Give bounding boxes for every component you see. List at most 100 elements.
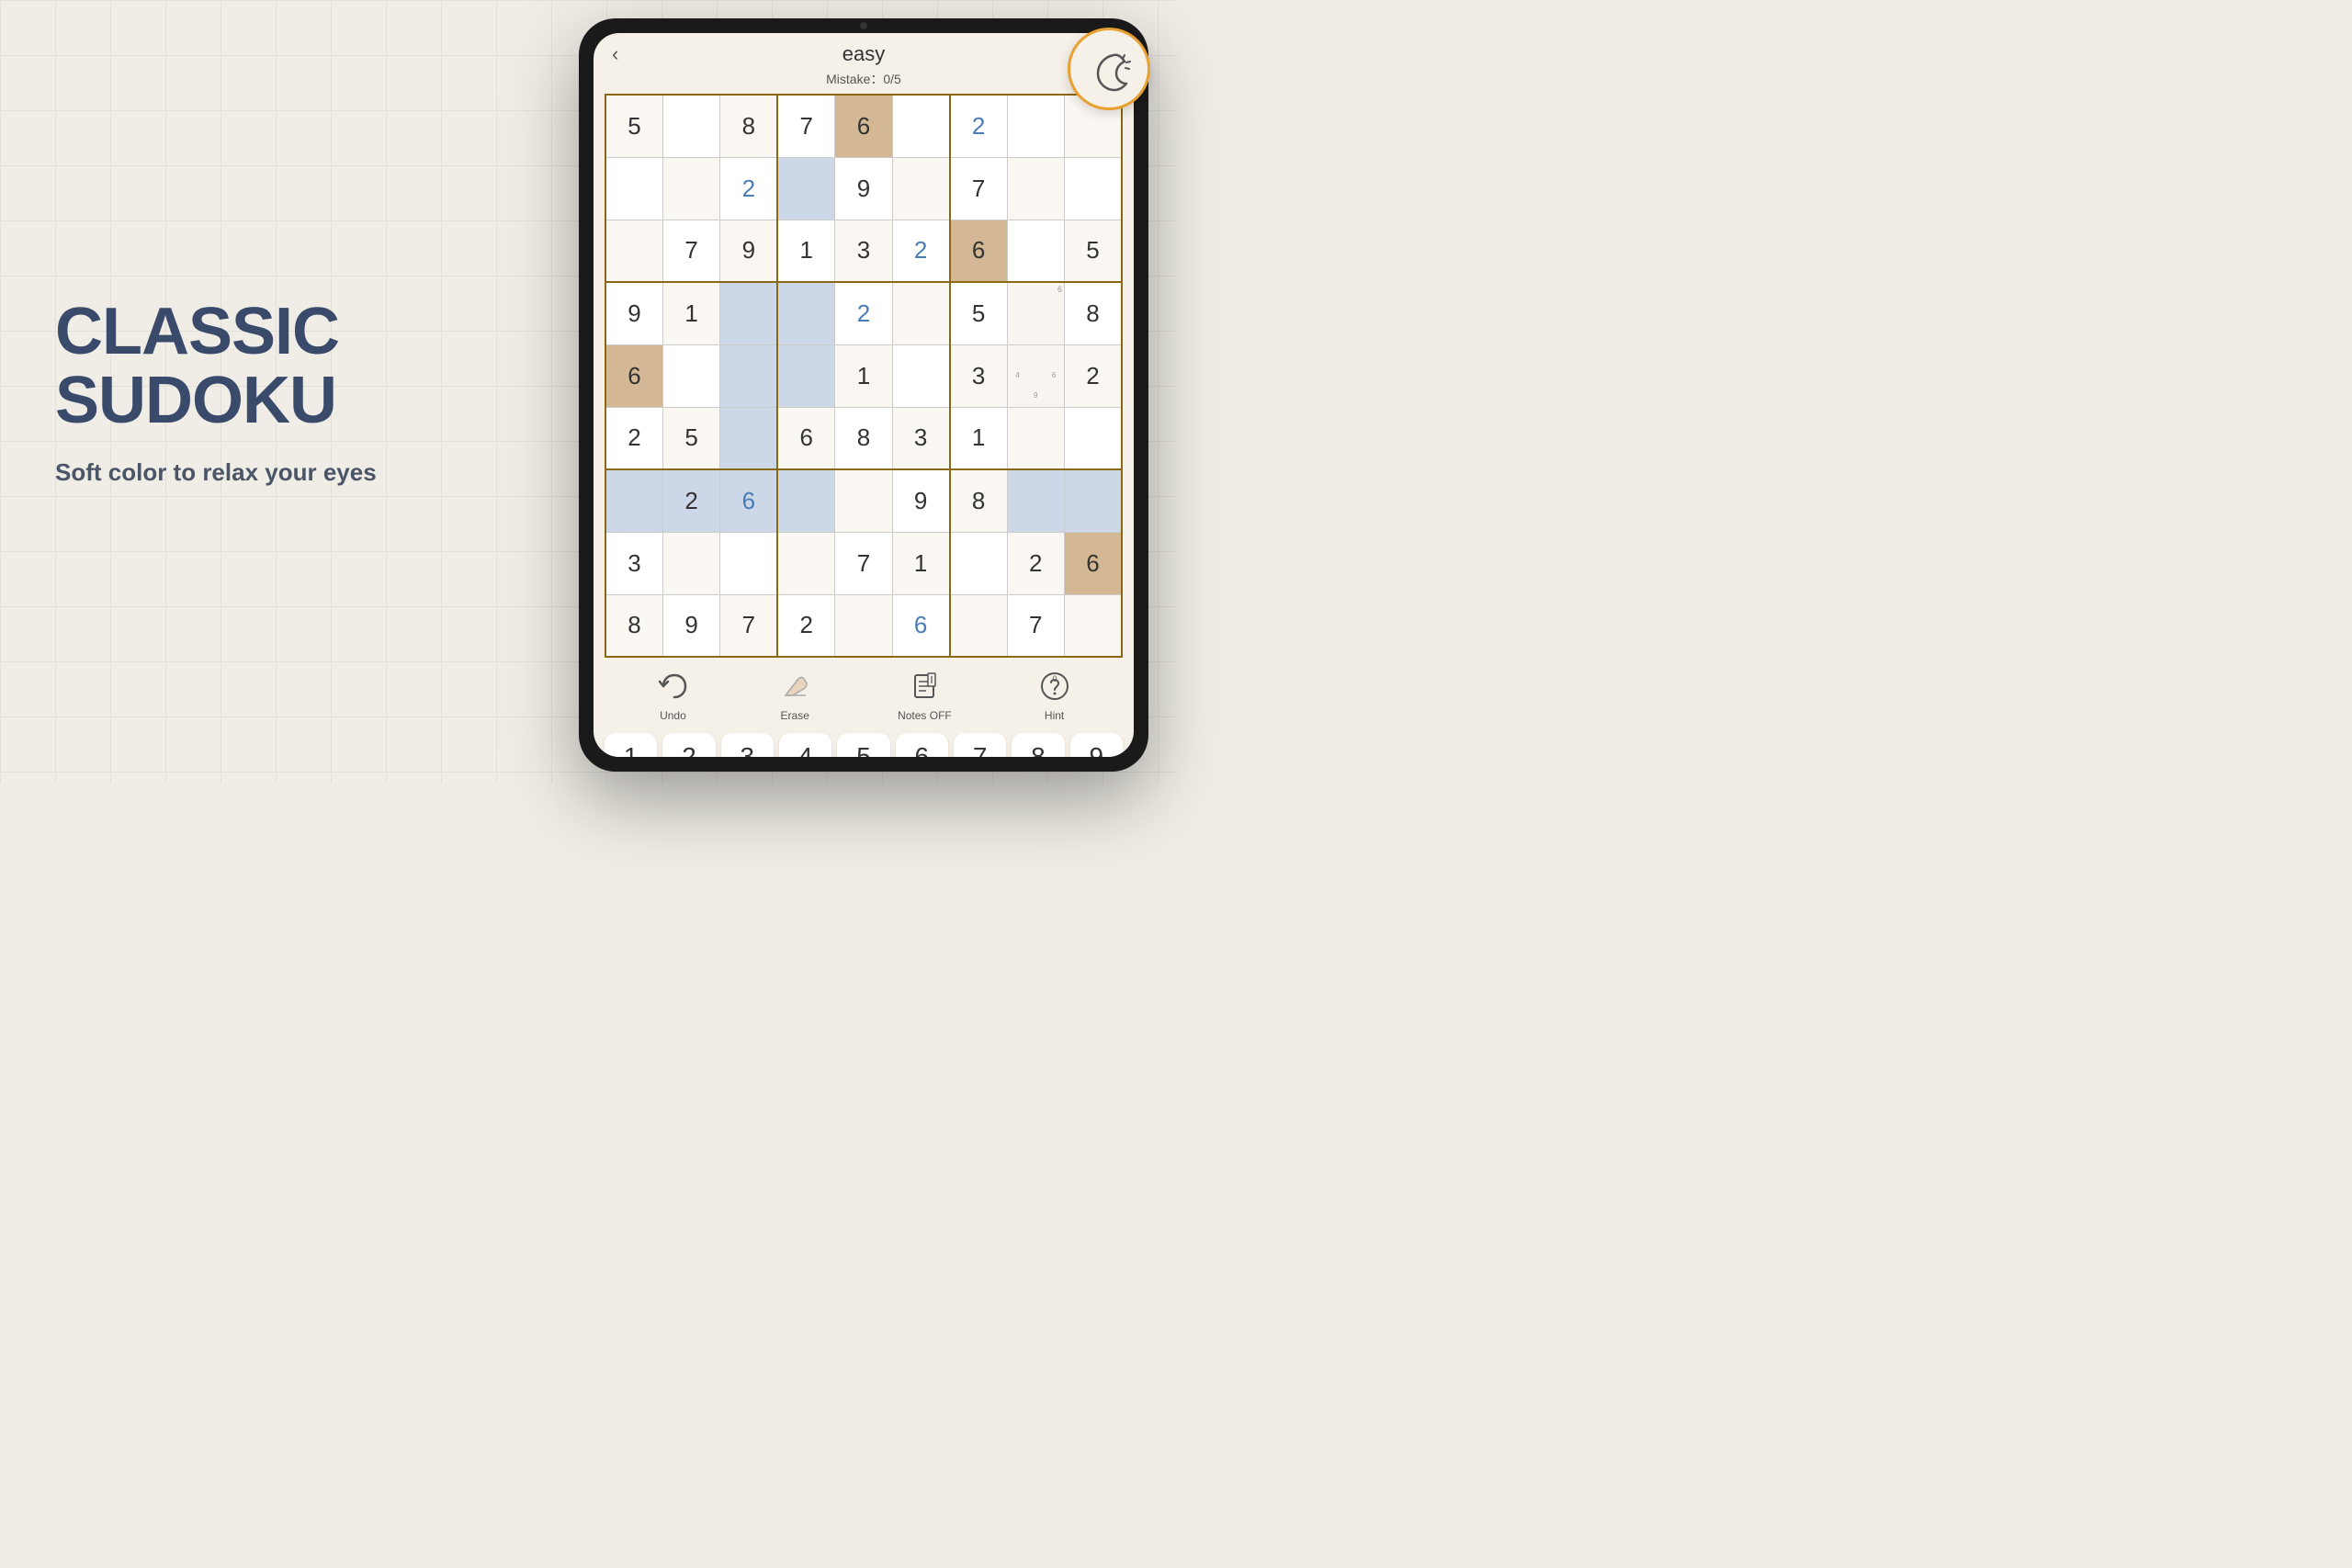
cell-8-0[interactable]: 8 bbox=[605, 594, 662, 657]
cell-2-3[interactable]: 1 bbox=[777, 220, 834, 282]
cell-1-8[interactable] bbox=[1065, 157, 1123, 220]
cell-7-3[interactable] bbox=[777, 532, 834, 594]
screen-title: easy bbox=[842, 42, 885, 66]
num-btn-1[interactable]: 1 bbox=[605, 733, 657, 757]
sudoku-grid: 5876229779132659125686134692256831269837… bbox=[605, 94, 1123, 658]
cell-7-5[interactable]: 1 bbox=[892, 532, 949, 594]
cell-5-2[interactable] bbox=[720, 407, 777, 469]
cell-4-8[interactable]: 2 bbox=[1065, 344, 1123, 407]
cell-6-7[interactable] bbox=[1007, 469, 1064, 532]
cell-2-2[interactable]: 9 bbox=[720, 220, 777, 282]
cell-4-2[interactable] bbox=[720, 344, 777, 407]
cell-6-3[interactable] bbox=[777, 469, 834, 532]
cell-8-3[interactable]: 2 bbox=[777, 594, 834, 657]
cell-6-0[interactable] bbox=[605, 469, 662, 532]
cell-5-7[interactable] bbox=[1007, 407, 1064, 469]
cell-4-0[interactable]: 6 bbox=[605, 344, 662, 407]
num-btn-9[interactable]: 9 bbox=[1070, 733, 1123, 757]
cell-2-6[interactable]: 6 bbox=[950, 220, 1007, 282]
back-button[interactable]: ‹ bbox=[612, 42, 618, 66]
cell-5-8[interactable] bbox=[1065, 407, 1123, 469]
cell-5-3[interactable]: 6 bbox=[777, 407, 834, 469]
cell-1-1[interactable] bbox=[662, 157, 719, 220]
num-btn-4[interactable]: 4 bbox=[779, 733, 831, 757]
notes-button[interactable]: Notes OFF bbox=[898, 667, 952, 722]
num-btn-2[interactable]: 2 bbox=[662, 733, 715, 757]
cell-5-6[interactable]: 1 bbox=[950, 407, 1007, 469]
tablet: ‹ easy Mistake：0/5 587622977913265912568… bbox=[579, 18, 1148, 772]
cell-1-3[interactable] bbox=[777, 157, 834, 220]
cell-3-0[interactable]: 9 bbox=[605, 282, 662, 344]
cell-8-1[interactable]: 9 bbox=[662, 594, 719, 657]
cell-4-7[interactable]: 469 bbox=[1007, 344, 1064, 407]
cell-0-3[interactable]: 7 bbox=[777, 95, 834, 157]
num-btn-3[interactable]: 3 bbox=[721, 733, 774, 757]
left-content: CLASSIC SUDOKU Soft color to relax your … bbox=[55, 297, 377, 486]
num-btn-8[interactable]: 8 bbox=[1012, 733, 1064, 757]
cell-7-2[interactable] bbox=[720, 532, 777, 594]
cell-7-7[interactable]: 2 bbox=[1007, 532, 1064, 594]
cell-3-7[interactable]: 6 bbox=[1007, 282, 1064, 344]
cell-0-1[interactable] bbox=[662, 95, 719, 157]
cell-1-0[interactable] bbox=[605, 157, 662, 220]
cell-2-1[interactable]: 7 bbox=[662, 220, 719, 282]
cell-0-5[interactable] bbox=[892, 95, 949, 157]
cell-2-7[interactable] bbox=[1007, 220, 1064, 282]
cell-5-0[interactable]: 2 bbox=[605, 407, 662, 469]
cell-6-8[interactable] bbox=[1065, 469, 1123, 532]
cell-6-2[interactable]: 6 bbox=[720, 469, 777, 532]
cell-8-4[interactable] bbox=[835, 594, 892, 657]
cell-8-5[interactable]: 6 bbox=[892, 594, 949, 657]
cell-4-1[interactable] bbox=[662, 344, 719, 407]
cell-5-5[interactable]: 3 bbox=[892, 407, 949, 469]
night-mode-button[interactable] bbox=[1068, 28, 1150, 110]
cell-6-6[interactable]: 8 bbox=[950, 469, 1007, 532]
num-btn-5[interactable]: 5 bbox=[837, 733, 889, 757]
cell-1-4[interactable]: 9 bbox=[835, 157, 892, 220]
cell-7-8[interactable]: 6 bbox=[1065, 532, 1123, 594]
cell-4-3[interactable] bbox=[777, 344, 834, 407]
cell-7-4[interactable]: 7 bbox=[835, 532, 892, 594]
hint-button[interactable]: 0 Hint bbox=[1035, 667, 1074, 722]
cell-6-5[interactable]: 9 bbox=[892, 469, 949, 532]
cell-3-3[interactable] bbox=[777, 282, 834, 344]
cell-3-8[interactable]: 8 bbox=[1065, 282, 1123, 344]
cell-0-7[interactable] bbox=[1007, 95, 1064, 157]
cell-4-5[interactable] bbox=[892, 344, 949, 407]
cell-3-5[interactable] bbox=[892, 282, 949, 344]
cell-1-6[interactable]: 7 bbox=[950, 157, 1007, 220]
cell-2-4[interactable]: 3 bbox=[835, 220, 892, 282]
cell-2-5[interactable]: 2 bbox=[892, 220, 949, 282]
cell-8-6[interactable] bbox=[950, 594, 1007, 657]
cell-4-6[interactable]: 3 bbox=[950, 344, 1007, 407]
erase-button[interactable]: Erase bbox=[775, 667, 814, 722]
cell-3-6[interactable]: 5 bbox=[950, 282, 1007, 344]
num-btn-7[interactable]: 7 bbox=[954, 733, 1006, 757]
cell-8-2[interactable]: 7 bbox=[720, 594, 777, 657]
cell-5-1[interactable]: 5 bbox=[662, 407, 719, 469]
cell-7-6[interactable] bbox=[950, 532, 1007, 594]
num-btn-6[interactable]: 6 bbox=[896, 733, 948, 757]
cell-1-2[interactable]: 2 bbox=[720, 157, 777, 220]
cell-2-0[interactable] bbox=[605, 220, 662, 282]
cell-0-0[interactable]: 5 bbox=[605, 95, 662, 157]
cell-7-1[interactable] bbox=[662, 532, 719, 594]
cell-8-8[interactable] bbox=[1065, 594, 1123, 657]
cell-0-4[interactable]: 6 bbox=[835, 95, 892, 157]
cell-3-2[interactable] bbox=[720, 282, 777, 344]
cell-4-4[interactable]: 1 bbox=[835, 344, 892, 407]
cell-6-4[interactable] bbox=[835, 469, 892, 532]
cell-5-4[interactable]: 8 bbox=[835, 407, 892, 469]
cell-6-1[interactable]: 2 bbox=[662, 469, 719, 532]
cell-0-6[interactable]: 2 bbox=[950, 95, 1007, 157]
cell-7-0[interactable]: 3 bbox=[605, 532, 662, 594]
undo-button[interactable]: Undo bbox=[653, 667, 692, 722]
cell-2-8[interactable]: 5 bbox=[1065, 220, 1123, 282]
cell-0-2[interactable]: 8 bbox=[720, 95, 777, 157]
cell-1-7[interactable] bbox=[1007, 157, 1064, 220]
cell-8-7[interactable]: 7 bbox=[1007, 594, 1064, 657]
cell-3-1[interactable]: 1 bbox=[662, 282, 719, 344]
camera-dot bbox=[860, 22, 867, 29]
cell-1-5[interactable] bbox=[892, 157, 949, 220]
cell-3-4[interactable]: 2 bbox=[835, 282, 892, 344]
